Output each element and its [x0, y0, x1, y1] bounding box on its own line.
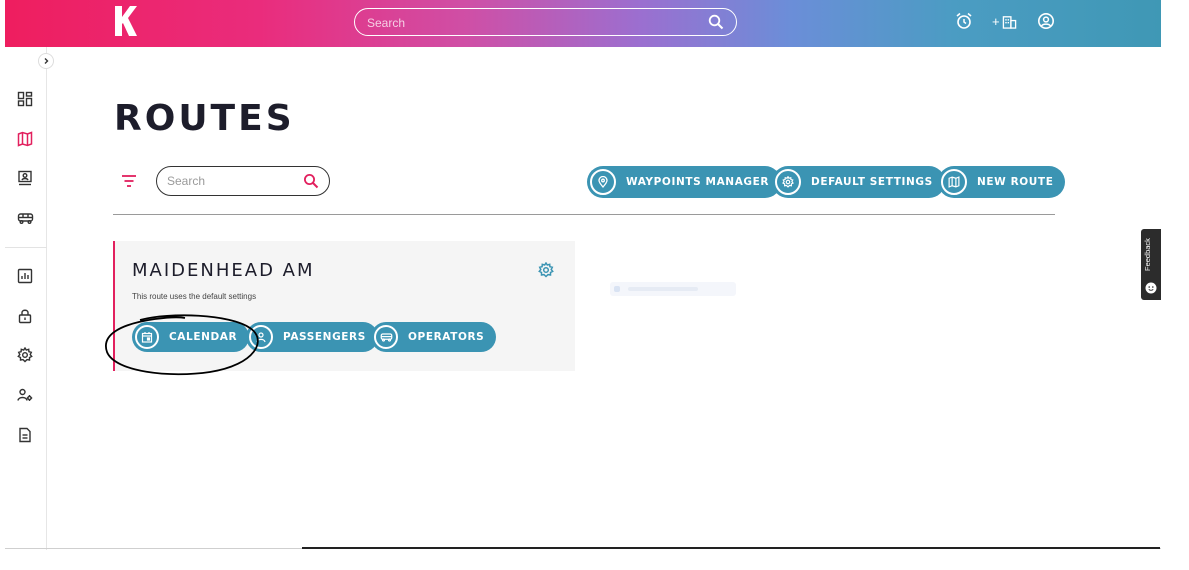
sidebar-item-users[interactable] — [15, 385, 35, 405]
routes-map-icon — [17, 131, 33, 147]
global-search-input[interactable] — [367, 13, 687, 33]
bus-icon — [374, 325, 398, 349]
waypoints-manager-button[interactable]: WAYPOINTS MANAGER — [587, 166, 782, 198]
sidebar-item-settings[interactable] — [15, 345, 35, 365]
page-title: ROUTES — [114, 98, 295, 139]
route-search-field[interactable] — [156, 166, 330, 196]
alarm-clock-icon[interactable] — [955, 12, 973, 30]
faded-placeholder — [610, 282, 736, 296]
sidebar-item-vehicles[interactable] — [15, 208, 35, 228]
lock-icon — [18, 309, 32, 324]
route-settings-icon[interactable] — [538, 262, 554, 278]
building-icon — [1002, 15, 1016, 29]
top-bar: + — [5, 0, 1161, 47]
feedback-tab[interactable]: Feedback — [1141, 229, 1161, 300]
users-settings-icon — [17, 388, 33, 401]
search-icon[interactable] — [303, 173, 319, 189]
sidebar-item-routes[interactable] — [15, 129, 35, 149]
map-pin-icon — [590, 169, 616, 195]
document-icon — [19, 427, 31, 443]
sidebar-item-dashboard[interactable] — [15, 89, 35, 109]
global-search-field[interactable] — [354, 8, 737, 36]
operators-button[interactable]: OPERATORS — [371, 322, 497, 352]
passengers-label: PASSENGERS — [283, 331, 366, 343]
bus-icon — [17, 213, 33, 224]
placeholder-bar — [628, 287, 698, 291]
sidebar-item-reports[interactable] — [15, 266, 35, 286]
stops-board-icon — [18, 170, 32, 186]
new-route-label: NEW ROUTE — [977, 176, 1054, 188]
user-account-icon[interactable] — [1037, 12, 1055, 30]
default-settings-label: DEFAULT SETTINGS — [811, 176, 933, 188]
settings-gear-icon — [17, 347, 33, 363]
add-building-button[interactable]: + — [992, 12, 1024, 30]
add-label: + — [992, 13, 1000, 29]
bottom-scrollbar[interactable] — [302, 547, 1160, 549]
settings-gear-icon — [775, 169, 801, 195]
smiley-icon — [1145, 282, 1157, 294]
waypoints-manager-label: WAYPOINTS MANAGER — [626, 176, 770, 188]
search-icon[interactable] — [708, 14, 724, 30]
feedback-label: Feedback — [1143, 238, 1152, 272]
chevron-right-icon — [44, 58, 49, 64]
sidebar-item-security[interactable] — [15, 306, 35, 326]
reports-chart-icon — [17, 268, 33, 284]
app-page: + — [0, 0, 1189, 570]
route-search-input[interactable] — [167, 172, 297, 190]
route-title: MAIDENHEAD AM — [132, 260, 315, 281]
sidebar-item-documents[interactable] — [15, 425, 35, 445]
sidebar — [5, 47, 54, 550]
default-settings-button[interactable]: DEFAULT SETTINGS — [772, 166, 945, 198]
sidebar-item-stops[interactable] — [15, 168, 35, 188]
dashboard-icon — [17, 91, 33, 107]
logo-k-icon[interactable] — [113, 6, 137, 36]
new-route-button[interactable]: NEW ROUTE — [938, 166, 1066, 198]
map-icon — [941, 169, 967, 195]
sidebar-expand-button[interactable] — [38, 53, 54, 69]
filter-icon[interactable] — [120, 172, 138, 190]
header-divider — [113, 214, 1055, 215]
operators-label: OPERATORS — [408, 331, 485, 343]
annotation-ellipse — [105, 314, 259, 376]
sidebar-divider — [5, 247, 47, 248]
placeholder-dot — [614, 286, 620, 292]
route-settings-note: This route uses the default settings — [132, 292, 257, 301]
